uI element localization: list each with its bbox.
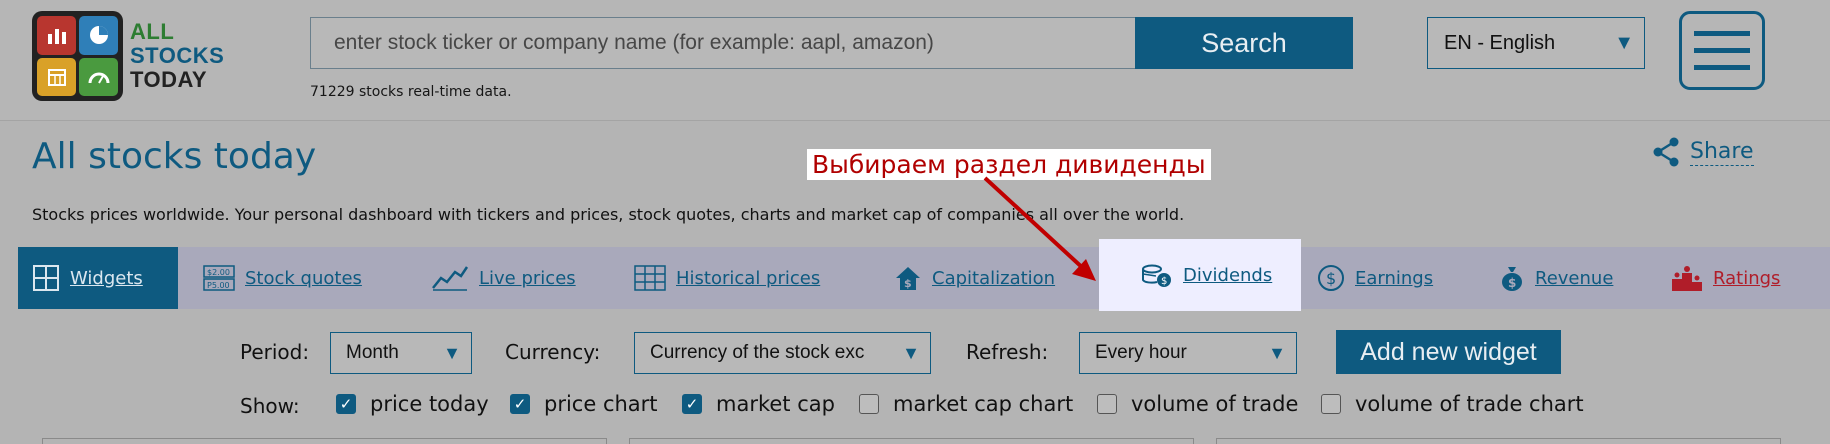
- tab-ratings[interactable]: Ratings: [1671, 247, 1780, 309]
- site-logo[interactable]: [32, 11, 123, 101]
- tab-label: Widgets: [70, 267, 143, 289]
- show-price-today-checkbox[interactable]: ✓ price today: [336, 392, 489, 416]
- svg-text:P5.00: P5.00: [207, 281, 230, 290]
- tab-stock-quotes[interactable]: $2.00 P5.00 Stock quotes: [203, 247, 362, 309]
- podium-icon: [1671, 265, 1703, 291]
- svg-text:$: $: [1161, 276, 1167, 287]
- show-market-cap-checkbox[interactable]: ✓ market cap: [682, 392, 835, 416]
- show-volume-of-trade-chart-checkbox[interactable]: volume of trade chart: [1321, 392, 1584, 416]
- svg-text:$: $: [1508, 276, 1516, 290]
- dropdown-arrow-icon: ▼: [898, 333, 920, 373]
- checkbox-empty-icon: [1097, 394, 1117, 414]
- share-button[interactable]: Share: [1652, 137, 1754, 167]
- bar-chart-icon: [37, 16, 76, 55]
- svg-text:$2.00: $2.00: [207, 268, 230, 277]
- money-bag-icon: $: [1499, 264, 1525, 292]
- section-tabs: Widgets $2.00 P5.00 Stock quotes Live pri…: [18, 239, 1830, 311]
- share-label: Share: [1690, 138, 1754, 166]
- share-icon: [1653, 137, 1679, 167]
- tab-capitalization[interactable]: $ Capitalization: [894, 247, 1055, 309]
- tab-dividends[interactable]: $ Dividends: [1099, 239, 1301, 311]
- checkbox-checked-icon: ✓: [682, 394, 702, 414]
- refresh-select[interactable]: Every hour ▼: [1079, 332, 1297, 374]
- widget-controls: Period: Month ▼ Currency: Currency of th…: [0, 320, 1830, 440]
- dropdown-arrow-icon: ▼: [1264, 333, 1286, 373]
- add-new-widget-button[interactable]: Add new widget: [1336, 330, 1561, 374]
- search-button[interactable]: Search: [1135, 17, 1353, 69]
- search-placeholder: enter stock ticker or company name (for …: [334, 31, 934, 54]
- refresh-value: Every hour: [1095, 342, 1187, 363]
- logo-wordmark[interactable]: ALL STOCKS TODAY: [130, 20, 224, 92]
- checkbox-empty-icon: [1321, 394, 1341, 414]
- table-icon: [634, 265, 666, 291]
- language-select[interactable]: EN - English ▼: [1427, 17, 1645, 69]
- house-dollar-icon: $: [894, 264, 922, 292]
- logo-line-stocks: STOCKS: [130, 43, 225, 68]
- checkbox-empty-icon: [859, 394, 879, 414]
- period-label: Period:: [240, 340, 310, 364]
- currency-value: Currency of the stock exc: [650, 342, 865, 363]
- tab-earnings[interactable]: $ Earnings: [1317, 247, 1433, 309]
- show-label: Show:: [240, 394, 300, 418]
- gauge-icon: [79, 57, 118, 96]
- tab-label: Ratings: [1713, 267, 1781, 289]
- dollar-circle-icon: $: [1317, 264, 1345, 292]
- checkbox-checked-icon: ✓: [510, 394, 530, 414]
- widget-panel-edge: [42, 438, 607, 444]
- checkbox-label: volume of trade: [1131, 392, 1299, 416]
- svg-text:$: $: [904, 277, 912, 290]
- menu-bar: [1694, 31, 1750, 36]
- show-price-chart-checkbox[interactable]: ✓ price chart: [510, 392, 658, 416]
- checkbox-label: price chart: [544, 392, 658, 416]
- widget-panel-edge: [1216, 438, 1781, 444]
- hamburger-menu-button[interactable]: [1679, 11, 1765, 90]
- grid-icon: [32, 264, 60, 292]
- tab-revenue[interactable]: $ Revenue: [1499, 247, 1613, 309]
- tab-label: Revenue: [1535, 267, 1614, 289]
- stock-count-text: 71229 stocks real-time data.: [310, 84, 512, 100]
- show-volume-of-trade-checkbox[interactable]: volume of trade: [1097, 392, 1298, 416]
- show-market-cap-chart-checkbox[interactable]: market cap chart: [859, 392, 1073, 416]
- tab-widgets[interactable]: Widgets: [18, 247, 178, 309]
- tab-label: Historical prices: [676, 267, 821, 289]
- currency-label: Currency:: [505, 340, 601, 364]
- logo-line-all: ALL: [130, 19, 175, 44]
- logo-line-today: TODAY: [130, 67, 208, 92]
- coins-icon: $: [1141, 261, 1173, 289]
- tab-historical-prices[interactable]: Historical prices: [634, 247, 820, 309]
- page-title: All stocks today: [32, 136, 317, 177]
- page-subtitle: Stocks prices worldwide. Your personal d…: [32, 205, 1185, 224]
- annotation-callout: Выбираем раздел дивиденды: [807, 149, 1211, 180]
- widget-panels-top-edge: [42, 438, 1792, 444]
- tab-label: Stock quotes: [245, 267, 362, 289]
- dropdown-arrow-icon: ▼: [1614, 32, 1634, 54]
- svg-text:$: $: [1326, 269, 1336, 288]
- menu-bar: [1694, 65, 1750, 70]
- tab-live-prices[interactable]: Live prices: [431, 247, 576, 309]
- tab-label: Live prices: [479, 267, 576, 289]
- search-input[interactable]: enter stock ticker or company name (for …: [310, 17, 1136, 69]
- price-tag-icon: $2.00 P5.00: [203, 265, 235, 291]
- checkbox-checked-icon: ✓: [336, 394, 356, 414]
- dropdown-arrow-icon: ▼: [439, 333, 461, 373]
- line-chart-icon: [431, 264, 469, 292]
- widget-panel-edge: [629, 438, 1194, 444]
- checkbox-label: market cap: [716, 392, 835, 416]
- tab-label: Dividends: [1183, 264, 1273, 286]
- pie-chart-icon: [79, 16, 118, 55]
- checkbox-label: market cap chart: [893, 392, 1074, 416]
- checkbox-label: price today: [370, 392, 489, 416]
- menu-bar: [1694, 48, 1750, 53]
- tab-label: Capitalization: [932, 267, 1056, 289]
- period-select[interactable]: Month ▼: [330, 332, 472, 374]
- language-selected: EN - English: [1444, 32, 1556, 54]
- tab-label: Earnings: [1355, 267, 1434, 289]
- site-header: ALL STOCKS TODAY enter stock ticker or c…: [0, 0, 1830, 121]
- refresh-label: Refresh:: [966, 340, 1049, 364]
- currency-select[interactable]: Currency of the stock exc ▼: [634, 332, 931, 374]
- period-value: Month: [346, 342, 399, 363]
- calendar-icon: [37, 57, 76, 96]
- checkbox-label: volume of trade chart: [1355, 392, 1584, 416]
